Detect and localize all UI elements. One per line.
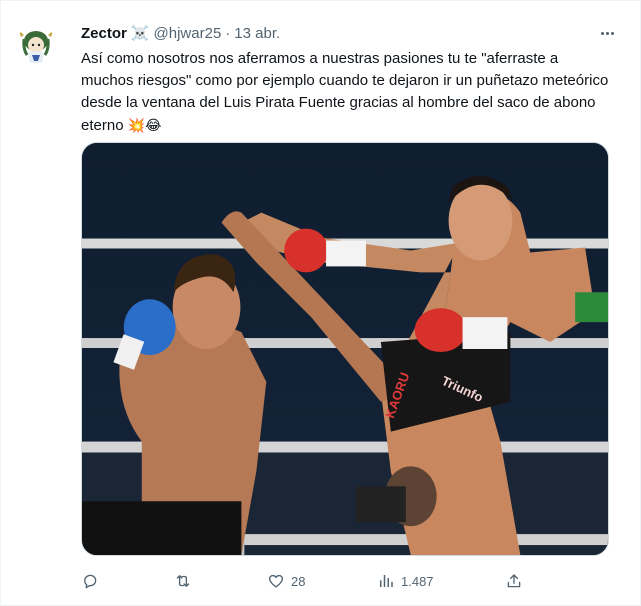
avatar[interactable]	[15, 25, 57, 67]
heart-icon	[268, 574, 284, 588]
tweet-text: Así como nosotros nos aferramos a nuestr…	[81, 48, 611, 137]
like-count: 28	[291, 573, 306, 589]
tweet-emojis: 💥😂	[127, 117, 162, 133]
like-button[interactable]: 28	[267, 570, 305, 592]
views-button[interactable]: 1.487	[377, 570, 434, 592]
user-handle[interactable]: @hjwar25	[154, 25, 222, 42]
boxing-photo: KAORU Triunfo	[82, 143, 608, 555]
skull-emoji-icon: ☠️	[130, 25, 150, 42]
reply-button[interactable]	[81, 570, 105, 592]
tweet-media-photo[interactable]: KAORU Triunfo	[81, 142, 609, 556]
more-options-icon[interactable]	[596, 25, 618, 41]
share-icon	[507, 574, 521, 588]
reply-icon	[84, 574, 97, 589]
separator-dot: ·	[225, 24, 231, 42]
avatar-image	[15, 25, 57, 67]
tweet-date[interactable]: 13 abr.	[234, 25, 280, 42]
retweet-icon	[176, 575, 190, 587]
views-count: 1.487	[401, 573, 434, 589]
tweet-actions: 28 1.487	[81, 570, 521, 592]
share-button[interactable]	[505, 570, 523, 592]
retweet-button[interactable]	[174, 570, 198, 592]
tweet-header: Zector ☠️ @hjwar25 · 13 abr.	[81, 23, 280, 43]
tweet-card[interactable]: Zector ☠️ @hjwar25 · 13 abr. Así como no…	[0, 0, 641, 606]
display-name[interactable]: Zector	[81, 25, 127, 42]
views-icon	[380, 575, 393, 587]
